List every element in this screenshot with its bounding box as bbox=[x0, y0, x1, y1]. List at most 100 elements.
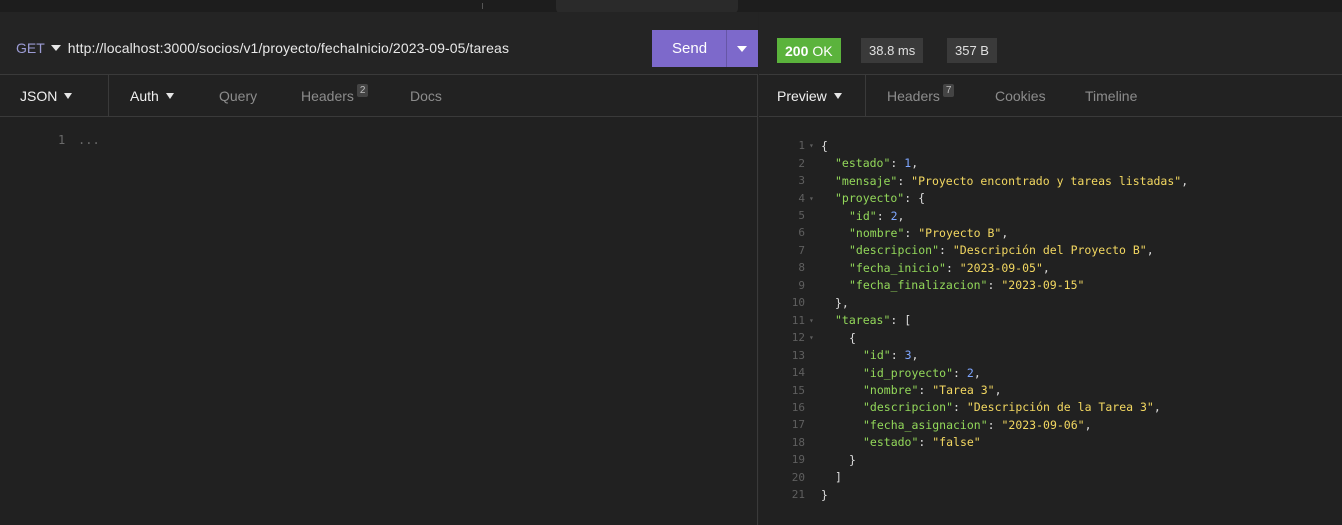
json-key: "descripcion" bbox=[863, 400, 954, 415]
json-punctuation: : bbox=[890, 156, 905, 171]
json-punctuation: { bbox=[849, 330, 856, 345]
url-row: GET http://localhost:3000/socios/v1/proy… bbox=[16, 33, 509, 63]
response-status-bar: 200 OK 38.8 ms 357 B bbox=[759, 12, 1342, 75]
response-time-badge: 38.8 ms bbox=[861, 38, 924, 63]
json-key: "id_proyecto" bbox=[863, 365, 954, 380]
status-text: OK bbox=[812, 42, 833, 59]
tab-cookies-label: Cookies bbox=[995, 88, 1046, 104]
json-punctuation: { bbox=[821, 138, 828, 153]
code-line: 16 "descripcion": "Descripción de la Tare… bbox=[759, 399, 1342, 416]
url-bar: GET http://localhost:3000/socios/v1/proy… bbox=[0, 12, 758, 75]
tab-headers-label: Headers bbox=[301, 88, 354, 104]
code-text: "fecha_asignacion": "2023-09-06", bbox=[821, 418, 1092, 432]
json-key: "nombre" bbox=[849, 225, 905, 240]
json-key: "nombre" bbox=[863, 383, 919, 398]
json-key: "fecha_inicio" bbox=[849, 260, 946, 275]
method-chevron-down-icon[interactable] bbox=[50, 45, 61, 51]
code-text: "tareas": [ bbox=[821, 313, 911, 327]
code-text: "descripcion": "Descripción del Proyecto… bbox=[821, 243, 1154, 257]
tab-preview[interactable]: Preview bbox=[777, 75, 842, 117]
code-line: 6 "nombre": "Proyecto B", bbox=[759, 224, 1342, 241]
fold-chevron-icon[interactable]: ▾ bbox=[807, 333, 821, 342]
json-punctuation: : bbox=[953, 365, 967, 380]
code-line: 17 "fecha_asignacion": "2023-09-06", bbox=[759, 416, 1342, 433]
json-punctuation: : bbox=[987, 278, 1002, 293]
method-selector[interactable]: GET bbox=[16, 40, 45, 56]
code-text: } bbox=[821, 453, 856, 467]
code-line: 20] bbox=[759, 469, 1342, 486]
tab-response-headers-label: Headers bbox=[887, 88, 940, 104]
json-punctuation: : { bbox=[904, 191, 926, 206]
json-punctuation: , bbox=[994, 383, 1002, 398]
tab-response-headers[interactable]: Headers 7 bbox=[887, 75, 955, 117]
code-line: 15 "nombre": "Tarea 3", bbox=[759, 381, 1342, 398]
line-number: 19 bbox=[791, 453, 805, 467]
fold-chevron-icon[interactable]: ▾ bbox=[807, 194, 821, 203]
code-text: "id_proyecto": 2, bbox=[821, 366, 981, 380]
tab-headers[interactable]: Headers 2 bbox=[301, 75, 369, 117]
line-number: 8 bbox=[798, 261, 805, 275]
json-punctuation: : bbox=[987, 417, 1002, 432]
json-key: "tareas" bbox=[835, 313, 891, 328]
line-number: 4 bbox=[798, 191, 805, 205]
tab-cookies[interactable]: Cookies bbox=[995, 75, 1046, 117]
status-badge: 200 OK bbox=[777, 38, 841, 63]
tab-auth[interactable]: Auth bbox=[130, 75, 174, 117]
code-line: 1 ▾{ bbox=[759, 137, 1342, 154]
json-number: 2 bbox=[966, 365, 974, 380]
response-tab-bar: Preview Headers 7 Cookies Timeline bbox=[759, 75, 1342, 117]
tab-body-json[interactable]: JSON bbox=[20, 75, 73, 117]
code-text: "estado": 1, bbox=[821, 156, 918, 170]
json-string: "Proyecto B" bbox=[918, 225, 1002, 240]
json-punctuation: : bbox=[904, 225, 919, 240]
json-key: "descripcion" bbox=[849, 243, 940, 258]
send-button[interactable]: Send bbox=[652, 30, 758, 67]
json-key: "mensaje" bbox=[835, 173, 898, 188]
code-line: 19} bbox=[759, 451, 1342, 468]
json-punctuation: , bbox=[1042, 260, 1050, 275]
json-punctuation: , bbox=[1146, 243, 1154, 258]
tab-timeline[interactable]: Timeline bbox=[1085, 75, 1137, 117]
code-text: "fecha_inicio": "2023-09-05", bbox=[821, 261, 1050, 275]
tab-divider bbox=[108, 75, 109, 117]
json-key: "id" bbox=[849, 208, 877, 223]
line-number: 2 bbox=[798, 156, 805, 170]
headers-count-badge: 2 bbox=[356, 83, 369, 97]
tab-body-json-label: JSON bbox=[20, 88, 58, 104]
json-punctuation: ] bbox=[835, 470, 842, 485]
top-strip-tick bbox=[482, 3, 483, 9]
tab-docs[interactable]: Docs bbox=[410, 75, 442, 117]
json-string: "2023-09-05" bbox=[959, 260, 1043, 275]
code-line: 21} bbox=[759, 486, 1342, 503]
tab-preview-label: Preview bbox=[777, 88, 827, 104]
tab-query[interactable]: Query bbox=[219, 75, 257, 117]
line-number: 1 bbox=[798, 139, 805, 153]
json-string: "Tarea 3" bbox=[932, 383, 995, 398]
request-tab-bar: JSON Auth Query Headers 2 Docs bbox=[0, 75, 757, 117]
url-input[interactable]: http://localhost:3000/socios/v1/proyecto… bbox=[68, 40, 509, 56]
code-text: } bbox=[821, 488, 828, 502]
send-options-chevron-down-icon[interactable] bbox=[737, 46, 747, 52]
code-text: "nombre": "Proyecto B", bbox=[821, 226, 1008, 240]
json-string: "Descripción del Proyecto B" bbox=[952, 243, 1147, 258]
request-body-editor[interactable]: 1 ... bbox=[0, 117, 758, 525]
fold-chevron-icon[interactable]: ▾ bbox=[807, 316, 821, 325]
line-number: 17 bbox=[791, 418, 805, 432]
code-line: 14 "id_proyecto": 2, bbox=[759, 364, 1342, 381]
chevron-down-icon bbox=[165, 93, 174, 99]
code-text: "estado": "false" bbox=[821, 435, 981, 449]
response-json-viewer: 1 ▾{2 "estado": 1, 3 "mensaje": "Proyecto en… bbox=[759, 117, 1342, 525]
json-punctuation: : bbox=[918, 383, 933, 398]
json-punctuation: : [ bbox=[890, 313, 912, 328]
code-line: 10}, bbox=[759, 294, 1342, 311]
line-number: 14 bbox=[791, 366, 805, 380]
json-punctuation: : bbox=[897, 173, 912, 188]
json-punctuation: : bbox=[953, 400, 967, 415]
editor-placeholder: ... bbox=[78, 133, 100, 147]
json-punctuation: , bbox=[911, 156, 919, 171]
line-number: 12 bbox=[791, 331, 805, 345]
json-string: "false" bbox=[932, 435, 981, 450]
chevron-down-icon bbox=[833, 93, 842, 99]
line-number: 16 bbox=[791, 400, 805, 414]
fold-chevron-icon[interactable]: ▾ bbox=[807, 141, 821, 150]
